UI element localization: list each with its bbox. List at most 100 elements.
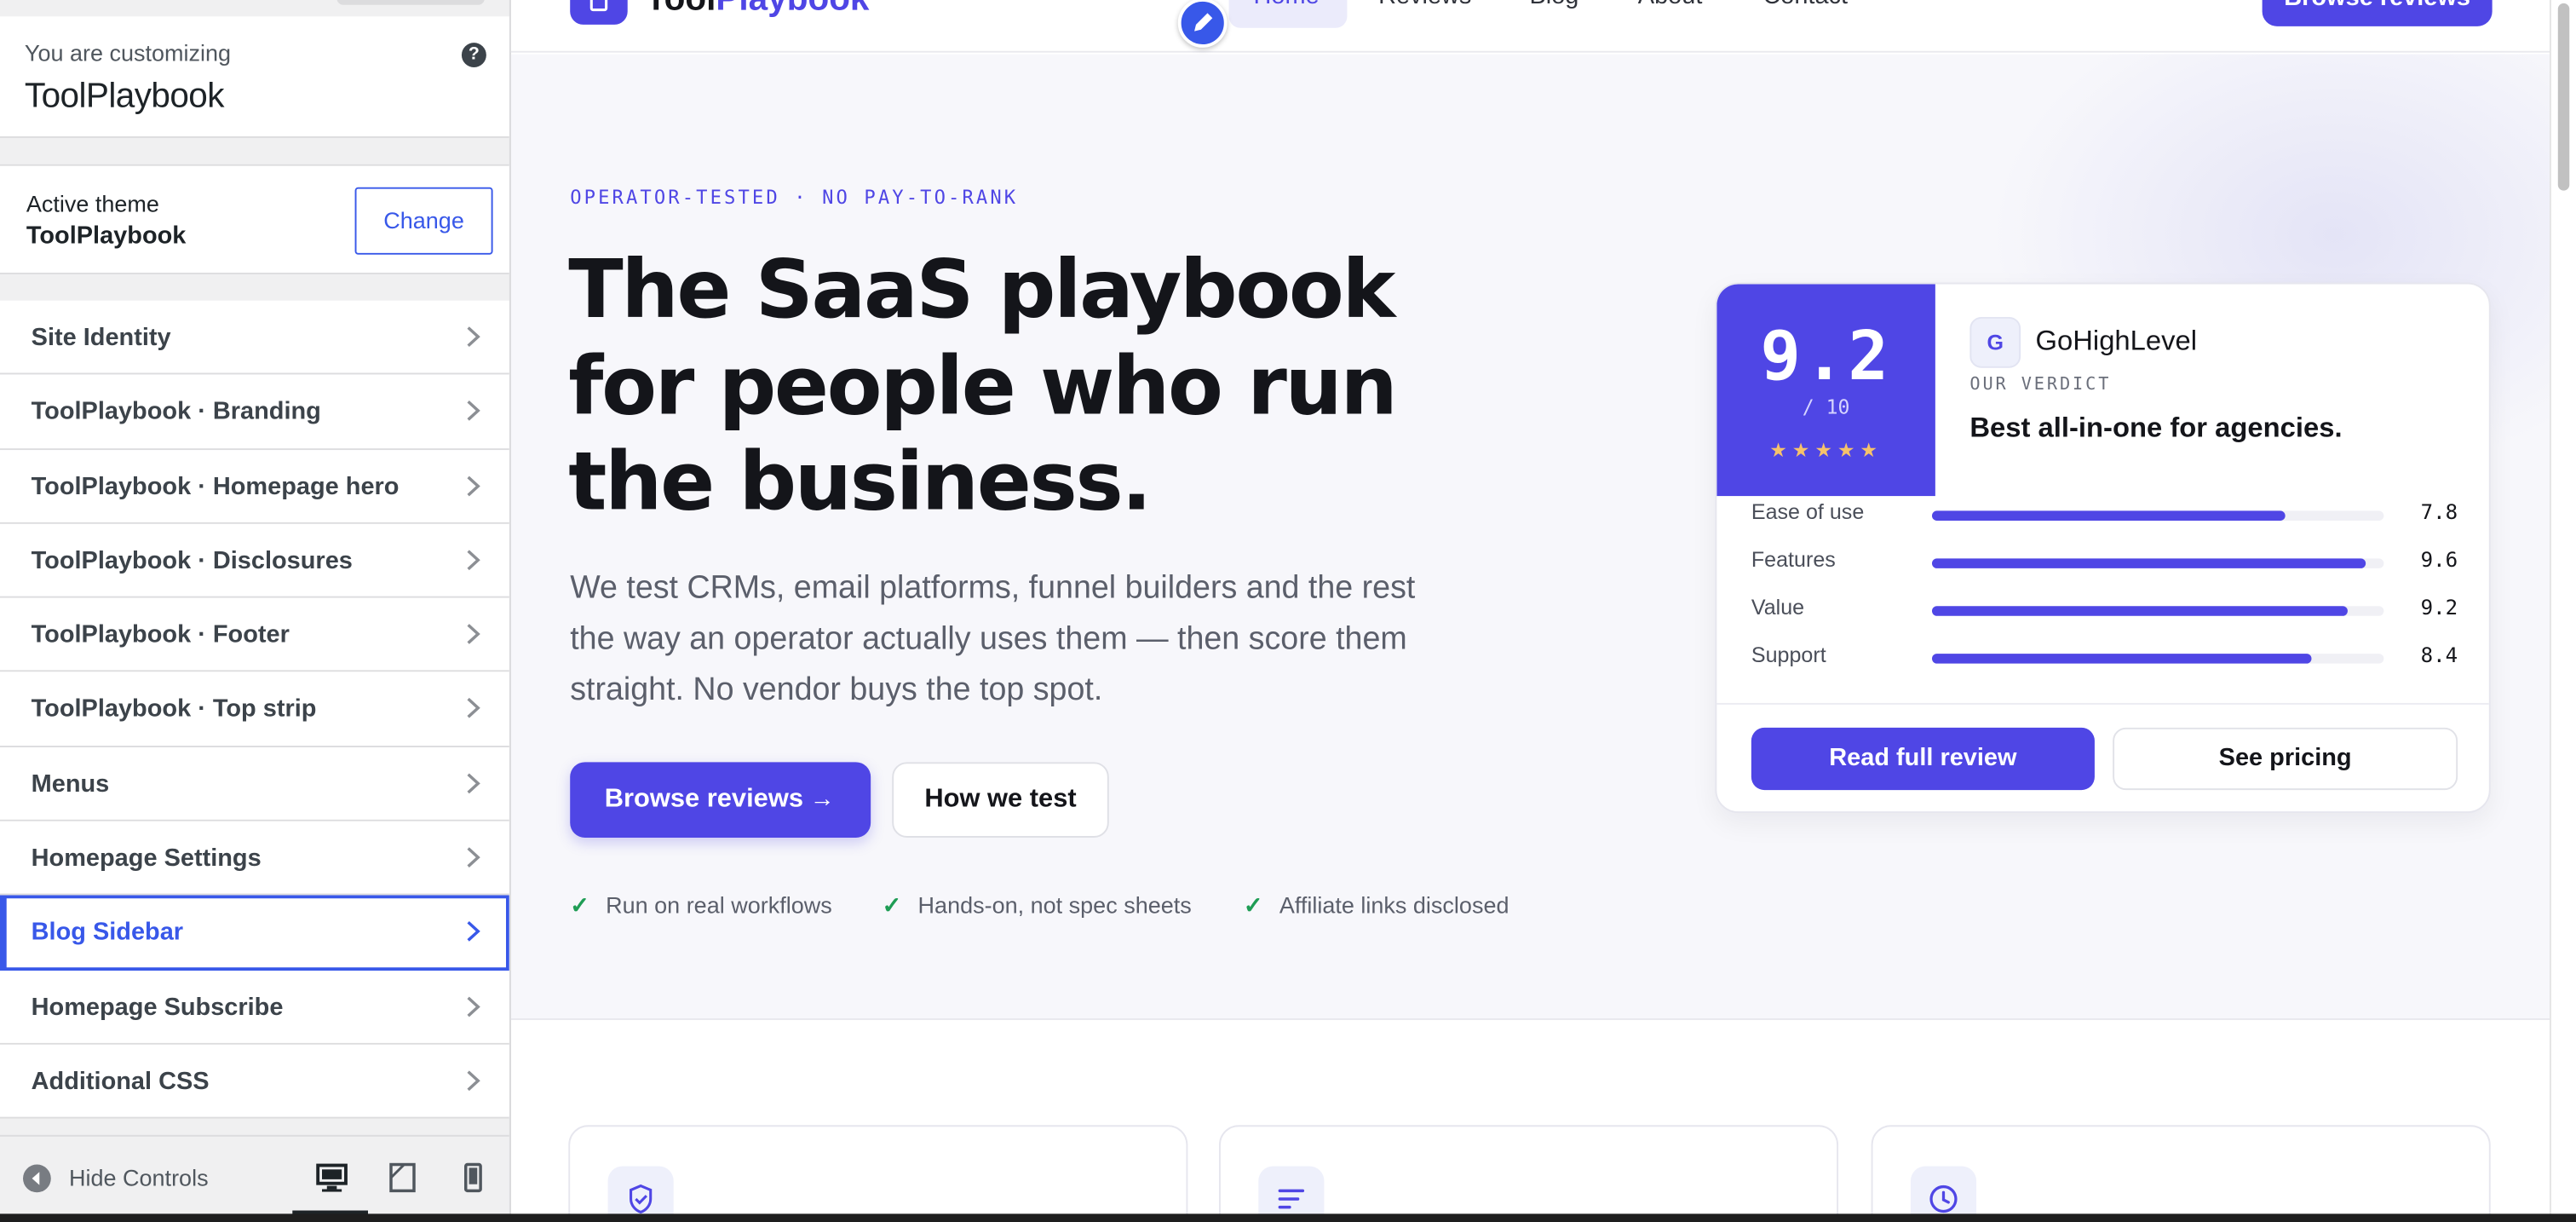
nav-reviews[interactable]: Reviews <box>1378 0 1471 10</box>
product-logo-icon: G <box>1969 316 2021 368</box>
tablet-icon[interactable] <box>386 1161 419 1195</box>
star-rating: ★★★★★ <box>1769 438 1883 462</box>
metric-value: 9.2 <box>2420 594 2458 620</box>
customizer-footer: Hide Controls <box>0 1134 509 1222</box>
nav-about[interactable]: About <box>1638 0 1703 10</box>
score-value: 9.2 <box>1760 316 1892 396</box>
customizer-sidebar: You are customizing ToolPlaybook ? Activ… <box>0 0 511 1222</box>
section-homepage-settings[interactable]: Homepage Settings <box>0 821 509 896</box>
section-blog-sidebar[interactable]: Blog Sidebar <box>0 896 509 971</box>
review-card: 9.2 / 10 ★★★★★ G GoHighLevel OUR VERDICT… <box>1715 282 2491 814</box>
logo-accent: Playbook <box>716 0 869 18</box>
section-label: ToolPlaybook · Branding <box>31 398 321 426</box>
change-theme-button[interactable]: Change <box>354 187 493 255</box>
metric-bar-fill <box>1931 510 2285 521</box>
verdict-label: OUR VERDICT <box>1969 374 2112 395</box>
section-site-identity[interactable]: Site Identity <box>0 300 509 376</box>
section-additional-css[interactable]: Additional CSS <box>0 1044 509 1120</box>
active-theme-name: ToolPlaybook <box>26 222 187 250</box>
site-header: ToolPlaybook Home Reviews Blog About Con… <box>510 0 2550 53</box>
site-logo[interactable]: ToolPlaybook <box>646 0 870 20</box>
nav-contact[interactable]: Contact <box>1762 0 1848 10</box>
metric-row: Value 9.2 <box>1751 595 2458 628</box>
section-label: ToolPlaybook · Homepage hero <box>31 472 400 501</box>
hero-subheadline: We test CRMs, email platforms, funnel bu… <box>570 569 1416 708</box>
section-label: ToolPlaybook · Footer <box>31 620 290 649</box>
section-label: Blog Sidebar <box>31 919 184 947</box>
section-label: Site Identity <box>31 323 171 352</box>
section-homepage-hero[interactable]: ToolPlaybook · Homepage hero <box>0 449 509 524</box>
desktop-icon[interactable] <box>315 1161 348 1195</box>
metric-label: Value <box>1751 594 1805 620</box>
metric-bar-track <box>1931 654 2384 664</box>
metric-row: Ease of use 7.8 <box>1751 499 2458 533</box>
customizer-sections: Site Identity ToolPlaybook · Branding To… <box>0 300 509 1120</box>
section-label: ToolPlaybook · Disclosures <box>31 546 353 575</box>
chevron-right-icon <box>467 401 480 422</box>
trust-point-label: Affiliate links disclosed <box>1279 891 1509 919</box>
card-divider <box>1716 702 2489 705</box>
nav-blog[interactable]: Blog <box>1529 0 1578 10</box>
check-icon: ✓ <box>882 891 902 919</box>
metric-label: Support <box>1751 642 1826 667</box>
chevron-right-icon <box>467 847 480 868</box>
chevron-right-icon <box>467 550 480 570</box>
section-label: Homepage Settings <box>31 844 262 873</box>
section-label: ToolPlaybook · Top strip <box>31 695 317 723</box>
section-disclosures[interactable]: ToolPlaybook · Disclosures <box>0 523 509 598</box>
hero-section: OPERATOR-TESTED · NO PAY-TO-RANK The Saa… <box>510 54 2550 1020</box>
section-menus[interactable]: Menus <box>0 746 509 821</box>
preview-scrollbar[interactable] <box>2550 0 2576 1222</box>
hero-kicker: OPERATOR-TESTED · NO PAY-TO-RANK <box>570 185 1019 209</box>
check-icon: ✓ <box>1243 891 1263 919</box>
metric-label: Features <box>1751 546 1836 572</box>
chevron-right-icon <box>467 624 480 645</box>
section-homepage-subscribe[interactable]: Homepage Subscribe <box>0 970 509 1045</box>
hide-controls-button[interactable]: Hide Controls <box>69 1165 209 1191</box>
logo-mark-icon[interactable] <box>570 0 628 25</box>
check-icon: ✓ <box>570 891 589 919</box>
read-full-review-button[interactable]: Read full review <box>1751 727 2095 791</box>
section-footer[interactable]: ToolPlaybook · Footer <box>0 597 509 673</box>
header-browse-reviews-button[interactable]: Browse reviews <box>2262 0 2493 26</box>
metric-bar-fill <box>1931 558 2366 568</box>
logo-prefix: Tool <box>646 0 716 18</box>
collapse-arrow-icon[interactable] <box>22 1164 51 1193</box>
site-title: ToolPlaybook <box>24 77 225 115</box>
score-scale: / 10 <box>1802 395 1850 419</box>
section-label: Homepage Subscribe <box>31 993 284 1022</box>
metric-bar-fill <box>1931 606 2348 616</box>
feature-card <box>568 1125 1188 1222</box>
metric-bar-track <box>1931 510 2384 521</box>
chevron-right-icon <box>467 698 480 719</box>
hero-headline: The SaaS playbook for people who run the… <box>568 243 1397 529</box>
chevron-right-icon <box>467 921 480 942</box>
arrow-right-icon: → <box>809 785 835 814</box>
active-theme-panel: Active theme ToolPlaybook Change <box>0 164 509 274</box>
section-branding[interactable]: ToolPlaybook · Branding <box>0 375 509 450</box>
trust-point-label: Hands-on, not spec sheets <box>917 891 1192 919</box>
chevron-right-icon <box>467 995 480 1017</box>
customizing-header: You are customizing ToolPlaybook ? <box>0 16 509 138</box>
help-icon[interactable]: ? <box>461 43 486 68</box>
top-control-stub[interactable] <box>336 0 485 5</box>
browse-reviews-button[interactable]: Browse reviews → <box>570 762 871 838</box>
chevron-right-icon <box>467 773 480 793</box>
nav-home[interactable]: Home <box>1253 0 1319 10</box>
metric-row: Support 8.4 <box>1751 643 2458 676</box>
see-pricing-button[interactable]: See pricing <box>2113 727 2458 791</box>
edit-shortcut-pencil-icon[interactable] <box>1177 0 1228 48</box>
metric-bar-fill <box>1931 654 2312 664</box>
metric-value: 8.4 <box>2420 642 2458 667</box>
section-top-strip[interactable]: ToolPlaybook · Top strip <box>0 672 509 747</box>
chevron-right-icon <box>467 475 480 496</box>
how-we-test-button[interactable]: How we test <box>892 762 1109 838</box>
trust-point: ✓ Run on real workflows <box>570 892 832 920</box>
mobile-icon[interactable] <box>457 1161 490 1195</box>
feature-card <box>1218 1125 1839 1222</box>
section-label: Menus <box>31 770 110 798</box>
trust-point-label: Run on real workflows <box>606 891 832 919</box>
section-label: Additional CSS <box>31 1067 210 1096</box>
scrollbar-thumb[interactable] <box>2557 3 2570 191</box>
trust-point: ✓ Affiliate links disclosed <box>1244 892 1509 920</box>
